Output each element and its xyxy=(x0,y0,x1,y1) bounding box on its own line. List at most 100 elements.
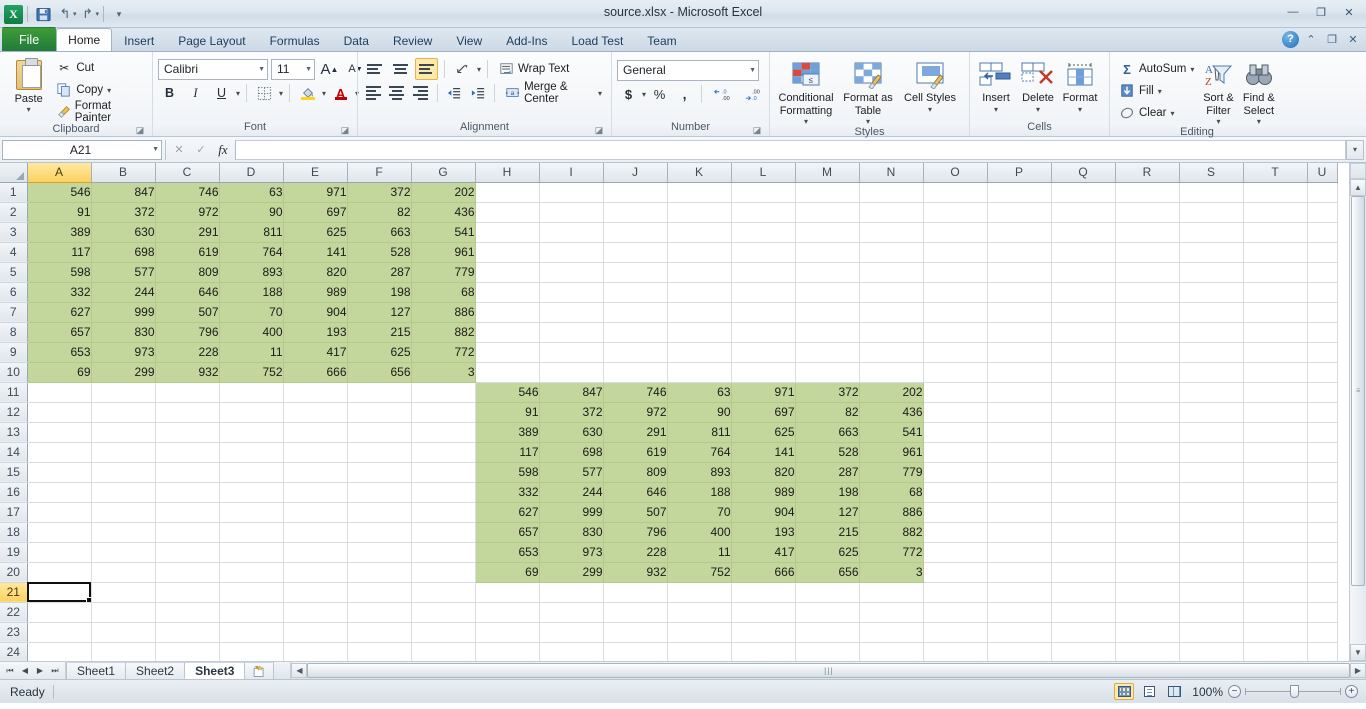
scroll-right-icon[interactable]: ▶ xyxy=(1350,663,1366,678)
cell-S7[interactable] xyxy=(1179,302,1244,323)
cell-M4[interactable] xyxy=(795,242,860,263)
cell-J10[interactable] xyxy=(603,362,668,383)
cell-F20[interactable] xyxy=(347,562,412,583)
cell-U16[interactable] xyxy=(1307,482,1338,503)
cell-T9[interactable] xyxy=(1243,342,1308,363)
cell-P24[interactable] xyxy=(987,642,1052,661)
cell-L14[interactable]: 141 xyxy=(731,442,796,463)
cell-J15[interactable]: 809 xyxy=(603,462,668,483)
cell-F15[interactable] xyxy=(347,462,412,483)
cell-F4[interactable]: 528 xyxy=(347,242,412,263)
cell-S10[interactable] xyxy=(1179,362,1244,383)
cell-U20[interactable] xyxy=(1307,562,1338,583)
format-as-table-button[interactable]: Format as Table ▾ xyxy=(837,56,899,126)
cell-H17[interactable]: 627 xyxy=(475,502,540,523)
cell-O21[interactable] xyxy=(923,582,988,603)
cell-P8[interactable] xyxy=(987,322,1052,343)
row-header-9[interactable]: 9 xyxy=(0,342,28,363)
row-header-16[interactable]: 16 xyxy=(0,482,28,503)
cell-D15[interactable] xyxy=(219,462,284,483)
cell-C10[interactable]: 932 xyxy=(155,362,220,383)
cell-M6[interactable] xyxy=(795,282,860,303)
restore-window-icon[interactable]: ❐ xyxy=(1323,30,1341,48)
cell-J3[interactable] xyxy=(603,222,668,243)
cell-R9[interactable] xyxy=(1115,342,1180,363)
borders-button[interactable] xyxy=(253,82,276,104)
orientation-dropdown-icon[interactable]: ▾ xyxy=(477,65,481,74)
cell-I1[interactable] xyxy=(539,182,604,203)
cell-D23[interactable] xyxy=(219,622,284,643)
cell-R18[interactable] xyxy=(1115,522,1180,543)
underline-dropdown-icon[interactable]: ▾ xyxy=(236,89,240,98)
tab-load-test[interactable]: Load Test xyxy=(559,29,635,51)
cell-U24[interactable] xyxy=(1307,642,1338,661)
cell-M19[interactable]: 625 xyxy=(795,542,860,563)
help-icon[interactable]: ? xyxy=(1282,30,1299,48)
cell-M20[interactable]: 656 xyxy=(795,562,860,583)
cell-P18[interactable] xyxy=(987,522,1052,543)
scroll-left-icon[interactable]: ◀ xyxy=(291,663,308,678)
cell-R22[interactable] xyxy=(1115,602,1180,623)
cell-Q14[interactable] xyxy=(1051,442,1116,463)
cell-E2[interactable]: 697 xyxy=(283,202,348,223)
cell-D12[interactable] xyxy=(219,402,284,423)
cell-O1[interactable] xyxy=(923,182,988,203)
increase-indent-button[interactable] xyxy=(468,82,489,104)
cell-P20[interactable] xyxy=(987,562,1052,583)
cell-M14[interactable]: 528 xyxy=(795,442,860,463)
column-header-L[interactable]: L xyxy=(731,163,796,183)
cell-S1[interactable] xyxy=(1179,182,1244,203)
number-dialog-launcher[interactable]: ◪ xyxy=(752,125,762,135)
tab-insert[interactable]: Insert xyxy=(112,29,166,51)
cell-O10[interactable] xyxy=(923,362,988,383)
cell-I22[interactable] xyxy=(539,602,604,623)
cell-L2[interactable] xyxy=(731,202,796,223)
cell-B24[interactable] xyxy=(91,642,156,661)
cell-E7[interactable]: 904 xyxy=(283,302,348,323)
row-header-14[interactable]: 14 xyxy=(0,442,28,463)
cell-B21[interactable] xyxy=(91,582,156,603)
cell-M11[interactable]: 372 xyxy=(795,382,860,403)
cell-K13[interactable]: 811 xyxy=(667,422,732,443)
column-header-J[interactable]: J xyxy=(603,163,668,183)
cell-J18[interactable]: 796 xyxy=(603,522,668,543)
cell-L11[interactable]: 971 xyxy=(731,382,796,403)
conditional-formatting-dropdown-icon[interactable]: ▾ xyxy=(804,117,808,126)
cell-Q17[interactable] xyxy=(1051,502,1116,523)
tab-splitter[interactable] xyxy=(273,662,292,679)
increase-decimal-button[interactable]: .0.00 xyxy=(707,83,737,105)
row-header-4[interactable]: 4 xyxy=(0,242,28,263)
cell-S6[interactable] xyxy=(1179,282,1244,303)
cell-H24[interactable] xyxy=(475,642,540,661)
column-header-E[interactable]: E xyxy=(283,163,348,183)
cell-O7[interactable] xyxy=(923,302,988,323)
scroll-up-icon[interactable]: ▲ xyxy=(1350,179,1366,196)
cell-N8[interactable] xyxy=(859,322,924,343)
cell-U10[interactable] xyxy=(1307,362,1338,383)
cell-E16[interactable] xyxy=(283,482,348,503)
cell-H21[interactable] xyxy=(475,582,540,603)
cell-B11[interactable] xyxy=(91,382,156,403)
cell-I15[interactable]: 577 xyxy=(539,462,604,483)
column-header-Q[interactable]: Q xyxy=(1051,163,1116,183)
cell-L6[interactable] xyxy=(731,282,796,303)
cell-M12[interactable]: 82 xyxy=(795,402,860,423)
column-header-G[interactable]: G xyxy=(411,163,476,183)
cell-K17[interactable]: 70 xyxy=(667,502,732,523)
cell-H19[interactable]: 653 xyxy=(475,542,540,563)
row-header-3[interactable]: 3 xyxy=(0,222,28,243)
expand-formula-bar-button[interactable]: ▾ xyxy=(1346,139,1364,160)
cell-R12[interactable] xyxy=(1115,402,1180,423)
column-header-O[interactable]: O xyxy=(923,163,988,183)
name-box[interactable]: A21 ▼ xyxy=(2,139,162,160)
delete-cells-dropdown-icon[interactable]: ▾ xyxy=(1036,105,1040,114)
cell-E18[interactable] xyxy=(283,522,348,543)
cell-E21[interactable] xyxy=(283,582,348,603)
cell-L9[interactable] xyxy=(731,342,796,363)
cell-R5[interactable] xyxy=(1115,262,1180,283)
cell-B10[interactable]: 299 xyxy=(91,362,156,383)
cell-K8[interactable] xyxy=(667,322,732,343)
cell-M1[interactable] xyxy=(795,182,860,203)
cell-Q11[interactable] xyxy=(1051,382,1116,403)
cell-L3[interactable] xyxy=(731,222,796,243)
